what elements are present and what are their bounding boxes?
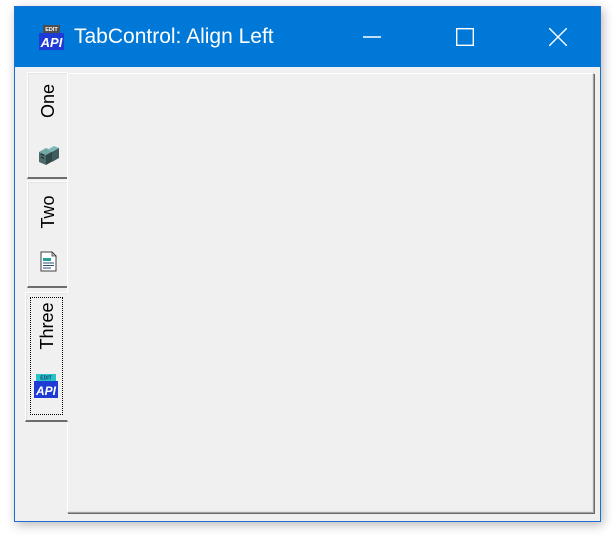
- tab-three-label: Three: [36, 302, 57, 350]
- svg-text:EDIT: EDIT: [40, 376, 51, 382]
- tab-page-panel: [67, 73, 594, 513]
- maximize-button[interactable]: [418, 7, 511, 67]
- minimize-button[interactable]: [325, 7, 418, 67]
- maximize-icon: [455, 28, 474, 46]
- books-icon: [39, 146, 59, 165]
- svg-text:API: API: [35, 384, 57, 398]
- window-title: TabControl: Align Left: [74, 25, 274, 48]
- document-icon: [40, 251, 57, 272]
- app-window: EDIT API TabControl: Align Left One Two …: [14, 6, 601, 522]
- close-button[interactable]: [511, 7, 600, 67]
- svg-text:EDIT: EDIT: [45, 27, 58, 33]
- api-app-icon: EDIT API: [39, 25, 64, 50]
- tab-one-label: One: [37, 83, 58, 119]
- svg-text:API: API: [40, 35, 63, 50]
- tab-one[interactable]: One: [27, 72, 67, 179]
- tab-three[interactable]: Three EDIT API: [25, 292, 68, 422]
- close-icon: [548, 28, 567, 46]
- title-bar[interactable]: EDIT API TabControl: Align Left: [15, 7, 600, 67]
- tab-two-label: Two: [37, 195, 58, 229]
- api-icon: EDIT API: [34, 374, 58, 398]
- tab-two[interactable]: Two: [27, 181, 67, 288]
- client-area: One Two Three EDIT API: [15, 67, 600, 521]
- minimize-icon: [362, 36, 381, 38]
